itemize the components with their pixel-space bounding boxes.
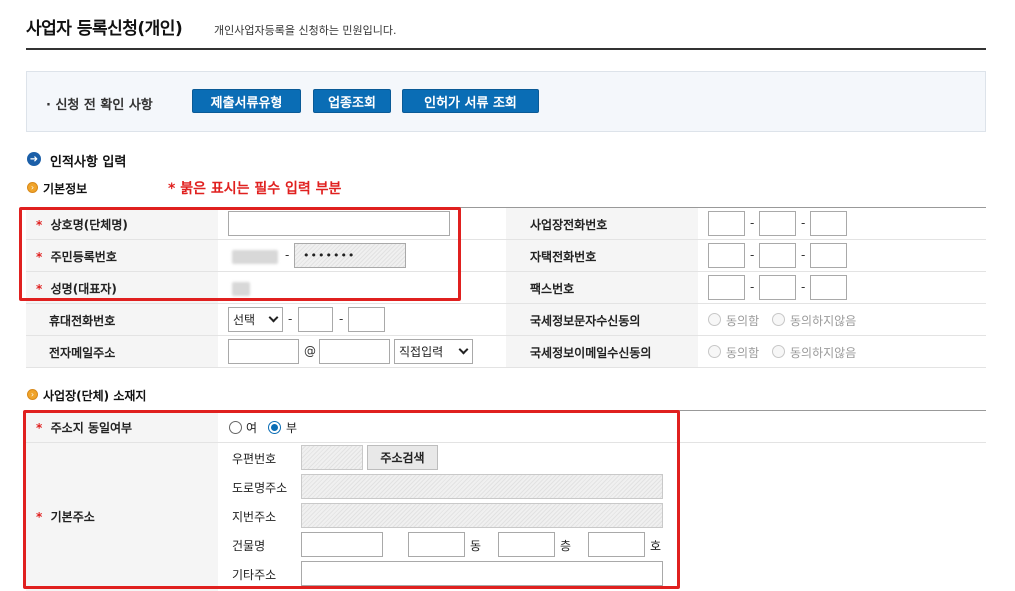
rrn-label: * 주민등록번호 — [36, 250, 117, 264]
page-title: 사업자 등록신청(개인) — [26, 19, 183, 39]
sms-agree-radio[interactable] — [708, 313, 721, 326]
same-address-yes-label: 여 — [246, 421, 258, 435]
sms-agree-label: 동의함 — [726, 314, 760, 328]
mobile-prefix-select[interactable]: 선택 — [228, 307, 283, 332]
rep-name-label: * 성명(대표자) — [36, 282, 117, 296]
same-address-label: * 주소지 동일여부 — [36, 421, 133, 435]
dash: - — [801, 280, 806, 294]
base-address-label: * 기본주소 — [36, 510, 95, 524]
table-top-rule — [26, 207, 986, 208]
email-disagree-radio[interactable] — [772, 345, 785, 358]
chevron-down-icon — [268, 312, 279, 323]
fax-3[interactable] — [810, 275, 847, 300]
address-label-column — [26, 410, 218, 591]
dash: - — [801, 248, 806, 262]
company-name-label: * 상호명(단체명) — [36, 218, 128, 232]
dash: - — [288, 312, 293, 326]
ho-input[interactable] — [588, 532, 645, 557]
dash: - — [750, 248, 755, 262]
sms-disagree-radio[interactable] — [772, 313, 785, 326]
email-label: 전자메일주소 — [49, 346, 116, 360]
rrn-back-input[interactable]: ••••••• — [294, 243, 406, 268]
mobile-label: 휴대전화번호 — [49, 314, 116, 328]
address-top-rule — [26, 410, 986, 411]
dash: - — [750, 216, 755, 230]
postal-label: 우편번호 — [232, 452, 277, 466]
biz-phone-3[interactable] — [810, 211, 847, 236]
address-search-button[interactable]: 주소검색 — [367, 445, 438, 470]
sms-consent-label: 국세정보문자수신동의 — [530, 314, 641, 328]
same-address-yes-radio[interactable] — [229, 421, 242, 434]
postal-input — [301, 445, 363, 470]
table-bottom-rule — [26, 367, 986, 368]
home-phone-3[interactable] — [810, 243, 847, 268]
home-phone-2[interactable] — [759, 243, 796, 268]
etc-address-input[interactable] — [301, 561, 663, 586]
sms-disagree-label: 동의하지않음 — [790, 314, 857, 328]
road-address-label: 도로명주소 — [232, 481, 288, 495]
building-input[interactable] — [301, 532, 383, 557]
fax-1[interactable] — [708, 275, 745, 300]
row-rule — [26, 239, 986, 240]
road-address-input — [301, 474, 663, 499]
biz-phone-1[interactable] — [708, 211, 745, 236]
at-sign: @ — [304, 344, 316, 358]
dash: - — [801, 216, 806, 230]
title-divider — [26, 48, 986, 50]
permit-doc-lookup-button[interactable]: 인허가 서류 조회 — [402, 89, 539, 113]
same-address-no-label: 부 — [286, 421, 298, 435]
email-disagree-label: 동의하지않음 — [790, 346, 857, 360]
floor-label: 층 — [560, 539, 572, 553]
chevron-down-icon — [458, 344, 469, 355]
chevron-right-icon: › — [27, 389, 38, 400]
email-agree-label: 동의함 — [726, 346, 760, 360]
doc-type-button[interactable]: 제출서류유형 — [192, 89, 301, 113]
fax-2[interactable] — [759, 275, 796, 300]
industry-lookup-button[interactable]: 업종조회 — [313, 89, 391, 113]
arrow-right-icon: ➜ — [27, 152, 41, 166]
dash: - — [339, 312, 344, 326]
dong-input[interactable] — [408, 532, 465, 557]
floor-input[interactable] — [498, 532, 555, 557]
basic-info-title: 기본정보 — [43, 182, 88, 196]
rep-name-redacted — [232, 282, 250, 296]
row-rule — [26, 303, 986, 304]
lot-address-label: 지번주소 — [232, 510, 277, 524]
mobile-3[interactable] — [348, 307, 385, 332]
row-rule — [26, 442, 986, 443]
dong-label: 동 — [470, 539, 482, 553]
rrn-front-redacted — [232, 250, 278, 264]
same-address-no-radio[interactable] — [268, 421, 281, 434]
biz-phone-2[interactable] — [759, 211, 796, 236]
required-note: * 붉은 표시는 필수 입력 부분 — [168, 181, 342, 197]
building-label: 건물명 — [232, 539, 266, 553]
lot-address-input — [301, 503, 663, 528]
email-agree-radio[interactable] — [708, 345, 721, 358]
ho-label: 호 — [650, 539, 662, 553]
email-consent-label: 국세정보이메일수신동의 — [530, 346, 652, 360]
dash: - — [750, 280, 755, 294]
biz-phone-label: 사업장전화번호 — [530, 218, 608, 232]
etc-address-label: 기타주소 — [232, 568, 277, 582]
email-domain-input[interactable] — [319, 339, 390, 364]
section-personal-title: 인적사항 입력 — [50, 155, 127, 170]
home-phone-1[interactable] — [708, 243, 745, 268]
company-name-input[interactable] — [228, 211, 450, 236]
email-domain-select[interactable]: 직접입력 — [394, 339, 473, 364]
address-section-title: 사업장(단체) 소재지 — [43, 389, 147, 403]
row-rule — [26, 271, 986, 272]
dash: - — [285, 248, 290, 262]
row-rule — [26, 335, 986, 336]
chevron-right-icon: › — [27, 182, 38, 193]
email-id-input[interactable] — [228, 339, 299, 364]
home-phone-label: 자택전화번호 — [530, 250, 597, 264]
page-subtitle: 개인사업자등록을 신청하는 민원입니다. — [214, 24, 397, 37]
mobile-2[interactable] — [298, 307, 333, 332]
precheck-label: · 신청 전 확인 사항 — [46, 98, 153, 113]
fax-label: 팩스번호 — [530, 282, 575, 296]
